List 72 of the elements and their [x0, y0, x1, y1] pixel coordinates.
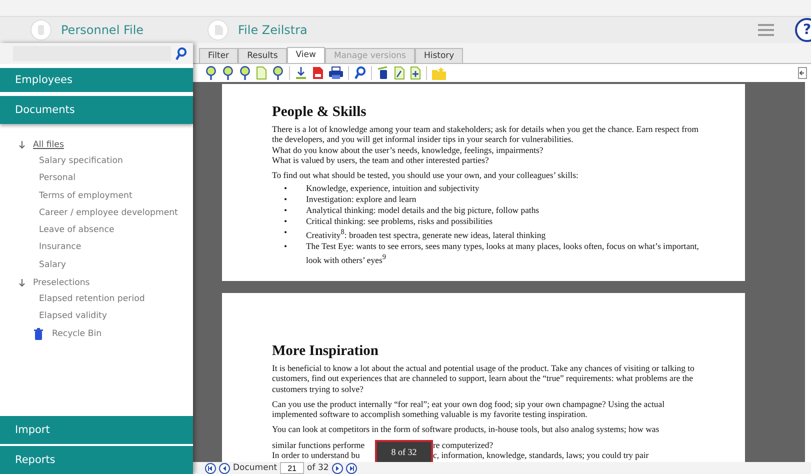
tree-item[interactable]: Career / employee development	[18, 204, 193, 222]
tree-item[interactable]: Recycle Bin	[52, 329, 102, 340]
tab[interactable]: Results	[238, 48, 287, 63]
paragraph: In order to understand bu	[272, 450, 361, 460]
document-number-field[interactable]: 21	[280, 462, 304, 474]
printer-icon[interactable]	[329, 66, 343, 80]
bullet-marker: •	[284, 227, 288, 240]
paragraph: You can look at competitors in the form of software products, in-house tools, but also analog systems; how was	[272, 424, 660, 435]
pdf-icon[interactable]	[312, 66, 324, 80]
expand-arrow-icon[interactable]	[18, 278, 26, 287]
tree-item[interactable]: All files	[33, 140, 64, 150]
paragraph: re computerized?	[433, 440, 494, 450]
page-heading: People & Skills	[272, 104, 368, 121]
pin-icon[interactable]	[222, 66, 234, 80]
app-title: Personnel File	[61, 23, 144, 37]
search-icon[interactable]	[354, 66, 366, 80]
sidebar-section[interactable]: Employees	[0, 68, 193, 92]
first-icon[interactable]	[205, 462, 216, 474]
paragraph: What do you know about the user’s needs, knowledge, feelings, impairments?	[272, 144, 544, 155]
document-total: of 32	[307, 463, 329, 473]
page-heading: More Inspiration	[272, 343, 380, 360]
sidebar-section[interactable]: Import	[0, 416, 193, 444]
bullet-item: Investigation: explore and learn	[306, 194, 416, 206]
bullet-marker: •	[284, 241, 288, 254]
tree-item[interactable]: Leave of absence	[18, 222, 193, 240]
collapse-icon[interactable]	[798, 67, 807, 79]
paragraph: c, information, knowledge, standards, laws; you could try pair	[433, 450, 649, 460]
edit-page-icon[interactable]	[394, 66, 405, 80]
paragraph: There is a lot of knowledge among your team and stakeholders; ask for details when you get the chance. Earn respect from the developers, and you will get informal insider tips in your search for vulnerabilities.	[272, 124, 700, 145]
next-icon[interactable]	[332, 462, 343, 474]
bullet-item: Analytical thinking: model details and the big picture, follow paths	[306, 205, 540, 216]
bullet-marker: •	[284, 194, 288, 206]
file-title: File Zeilstra	[238, 23, 308, 37]
help-button[interactable]: ?	[795, 18, 811, 42]
tab[interactable]: History	[414, 48, 464, 63]
bullet-item: Creativity$^{8}$: broaden test spectra, generate new ideas, lateral thinking	[306, 227, 546, 242]
last-icon[interactable]	[346, 462, 357, 474]
pin-icon[interactable]	[272, 66, 284, 80]
sidebar-section[interactable]: Reports	[0, 446, 193, 474]
bullet-marker: •	[284, 216, 288, 228]
trash-icon[interactable]	[377, 66, 389, 80]
paragraph: To find out what should be tested, you should use your own, and your colleagues’ skills:	[272, 170, 580, 180]
tree-item[interactable]: Insurance	[18, 239, 193, 257]
tree-item[interactable]: Salary	[18, 256, 193, 274]
paragraph: It is beneficial to know a lot about the actual and potential usage of the product. Take any chances of visiting or talking to customers, find out experiences that are channeled to support, learn about the “true” requirements: what problems are the customers trying to solve?	[272, 363, 696, 394]
tree-item[interactable]: Terms of employment	[18, 188, 193, 205]
document-label: Document	[233, 463, 278, 473]
tree-item[interactable]: Elapsed retention period	[18, 291, 193, 308]
add-page-icon[interactable]	[410, 66, 421, 80]
trash-icon	[34, 328, 43, 340]
search-icon[interactable]	[175, 46, 187, 60]
tab[interactable]: Filter	[199, 48, 238, 63]
bullet-marker: •	[284, 205, 288, 216]
paragraph: similar functions performe	[272, 440, 366, 450]
tree-item[interactable]: Elapsed validity	[18, 308, 193, 326]
sidebar-section[interactable]: Documents	[0, 96, 193, 124]
paragraph: What is valued by users, the team and other interested parties?	[272, 154, 489, 166]
pin-icon[interactable]	[239, 66, 251, 80]
previous-icon[interactable]	[219, 462, 230, 474]
tree-item[interactable]: Personal	[18, 170, 193, 188]
pin-icon[interactable]	[205, 66, 217, 80]
tab[interactable]: View	[286, 47, 325, 63]
paragraph: Can you use the product internally “for real”; eat your own dog food; sip your own champagne? Using the actual implemented software to accomplish something valuable is my favorite testing inspiration.	[272, 398, 666, 420]
download-icon[interactable]	[295, 66, 307, 80]
bullet-item: The Test Eye: wants to see errors, sees many types, looks at many places, looks often, focus on what’s important, look with others’ eyes$^{9}$	[306, 241, 700, 266]
tree-item[interactable]: Preselections	[33, 278, 90, 288]
bullet-marker: •	[284, 183, 288, 194]
expand-arrow-icon[interactable]	[18, 140, 26, 148]
tree-item[interactable]: Salary specification	[18, 153, 193, 170]
bullet-item: Knowledge, experience, intuition and subjectivity	[306, 183, 480, 194]
page-counter: 8 of 32	[375, 440, 433, 462]
bullet-item: Critical thinking: see problems, risks and possibilities	[306, 216, 493, 228]
